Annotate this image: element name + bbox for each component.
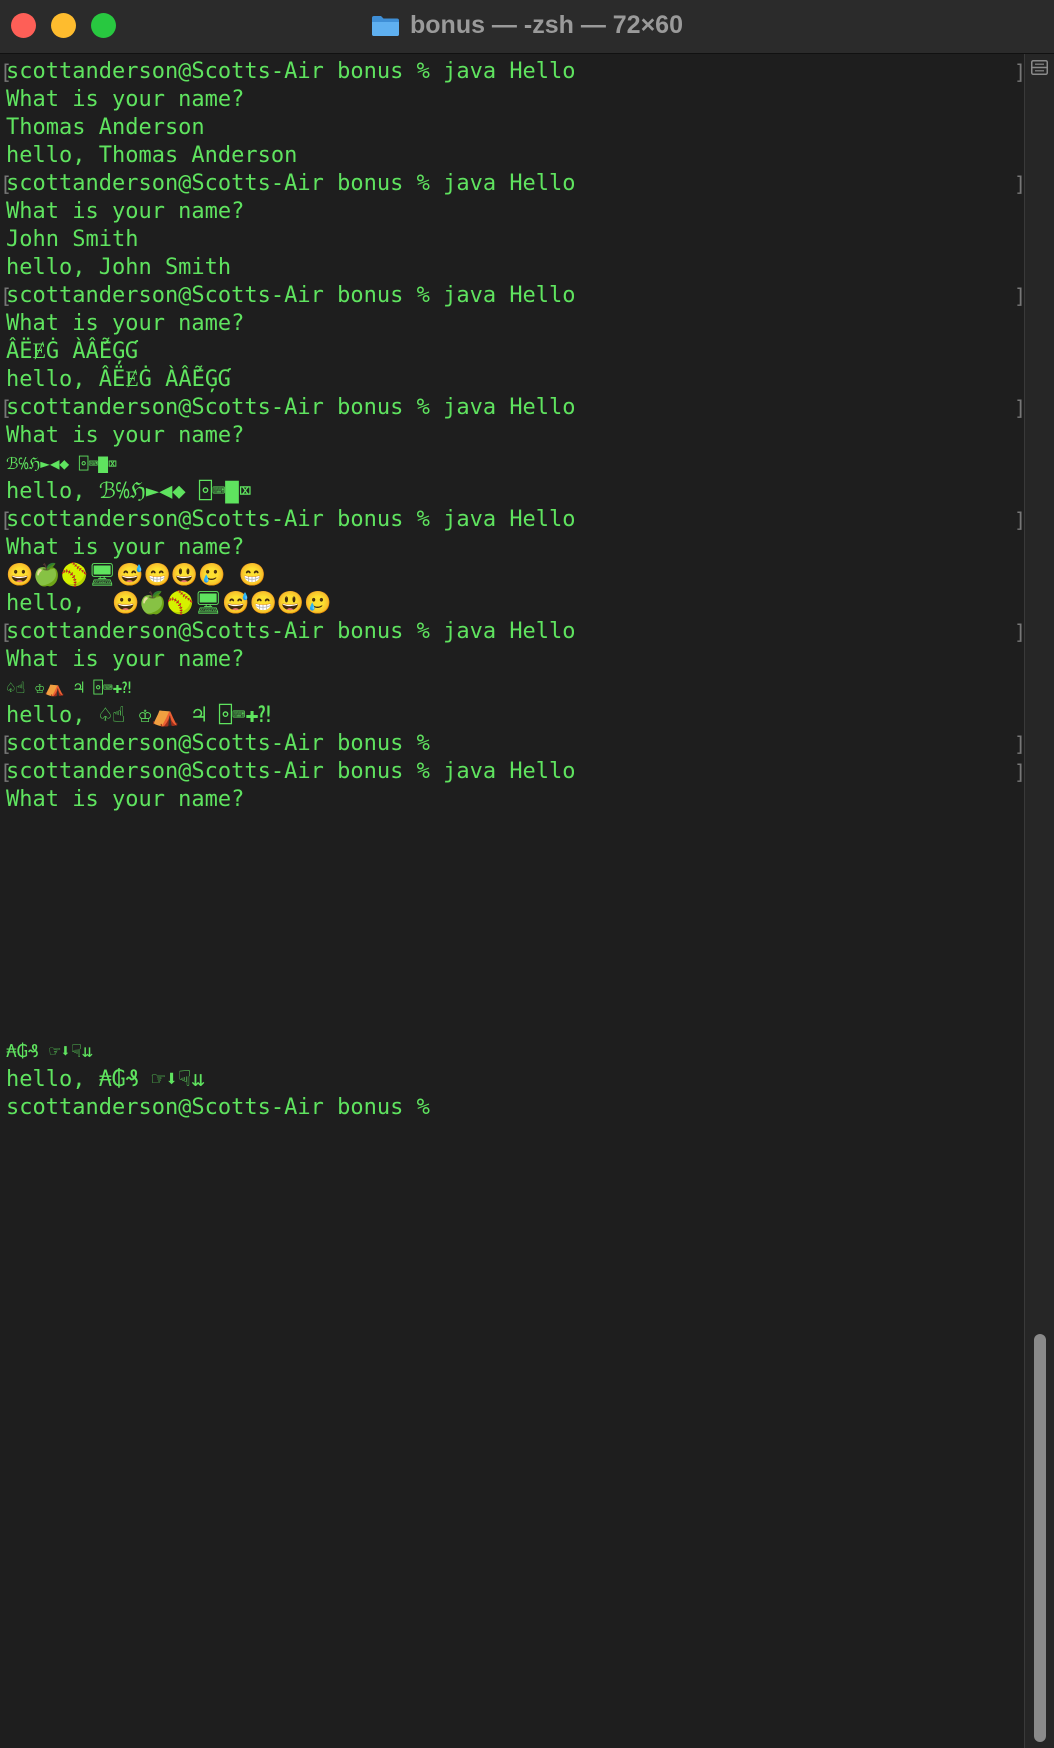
vertical-scrollbar[interactable]	[1024, 54, 1054, 1748]
terminal-line-output: hello, ℬ℅ℌ►◀◆ ⌻⌨▇⌧	[6, 479, 252, 504]
terminal-output[interactable]: [ ] [ ] [ ] [ ] [ ] [ ] [ ] [ ] scottand…	[0, 58, 1026, 1748]
terminal-line-output: What is your name?	[6, 647, 245, 672]
terminal-line-output: hello, Thomas Anderson	[6, 143, 298, 168]
terminal-line-output: What is your name?	[6, 423, 245, 448]
terminal-line-prompt: scottanderson@Scotts-Air bonus % java He…	[6, 59, 576, 84]
terminal-line-prompt: scottanderson@Scotts-Air bonus % java He…	[6, 619, 576, 644]
terminal-line-prompt: scottanderson@Scotts-Air bonus % java He…	[6, 395, 576, 420]
window-title-group: bonus — -zsh — 72×60	[0, 0, 1054, 50]
terminal-line-prompt: scottanderson@Scotts-Air bonus % java He…	[6, 507, 576, 532]
terminal-line-output: hello, John Smith	[6, 255, 232, 280]
terminal-line-input: ÂËɆĠ ÀẤẼĢƓ	[6, 339, 139, 364]
terminal-line-input: 😀🍏🥎🖥😅😁😃🥲 😁	[6, 563, 267, 588]
terminal-line-prompt: scottanderson@Scotts-Air bonus %	[6, 731, 430, 756]
terminal-line-input: ₳₲₰ ☞⬇☟⇊	[6, 1041, 93, 1062]
terminal-line-input: ℬ℅ℌ►◀◆ ⌻⌨▇⌧	[6, 454, 118, 473]
terminal-line-output: hello, ♤☝ ♔⛺ ♃ ⌻⌨✚⁈	[6, 703, 272, 728]
terminal-line-output: hello, ÂËɆĠ ÀẤẼĢƓ	[6, 367, 232, 392]
terminal-line-prompt: scottanderson@Scotts-Air bonus % java He…	[6, 283, 576, 308]
terminal-line-input: ♤☝ ♔⛺ ♃ ⌻⌨✚⁈	[6, 678, 132, 697]
window-title: bonus — -zsh — 72×60	[410, 10, 683, 39]
terminal-line-output: What is your name?	[6, 311, 245, 336]
terminal-line-output: What is your name?	[6, 787, 245, 812]
terminal-line-output: hello, 😀🍏🥎🖥😅😁😃🥲	[6, 591, 332, 616]
terminal-line-prompt: scottanderson@Scotts-Air bonus % java He…	[6, 759, 576, 784]
terminal-line-input: John Smith	[6, 227, 139, 252]
scrollbar-thumb[interactable]	[1034, 1334, 1046, 1742]
title-bar[interactable]: bonus — -zsh — 72×60	[0, 0, 1054, 54]
terminal-line-output: What is your name?	[6, 87, 245, 112]
terminal-line-prompt: scottanderson@Scotts-Air bonus %	[6, 1095, 430, 1120]
split-pane-icon[interactable]	[1031, 60, 1048, 75]
terminal-line-prompt: scottanderson@Scotts-Air bonus % java He…	[6, 171, 576, 196]
terminal-line-input: Thomas Anderson	[6, 115, 205, 140]
terminal-line-output: What is your name?	[6, 535, 245, 560]
folder-icon	[371, 14, 400, 37]
terminal-window: bonus — -zsh — 72×60 [ ] [ ] [ ] [ ] [ ]…	[0, 0, 1054, 1748]
terminal-line-output: What is your name?	[6, 199, 245, 224]
terminal-line-output: hello, ₳₲₰ ☞⬇☟⇊	[6, 1067, 205, 1092]
